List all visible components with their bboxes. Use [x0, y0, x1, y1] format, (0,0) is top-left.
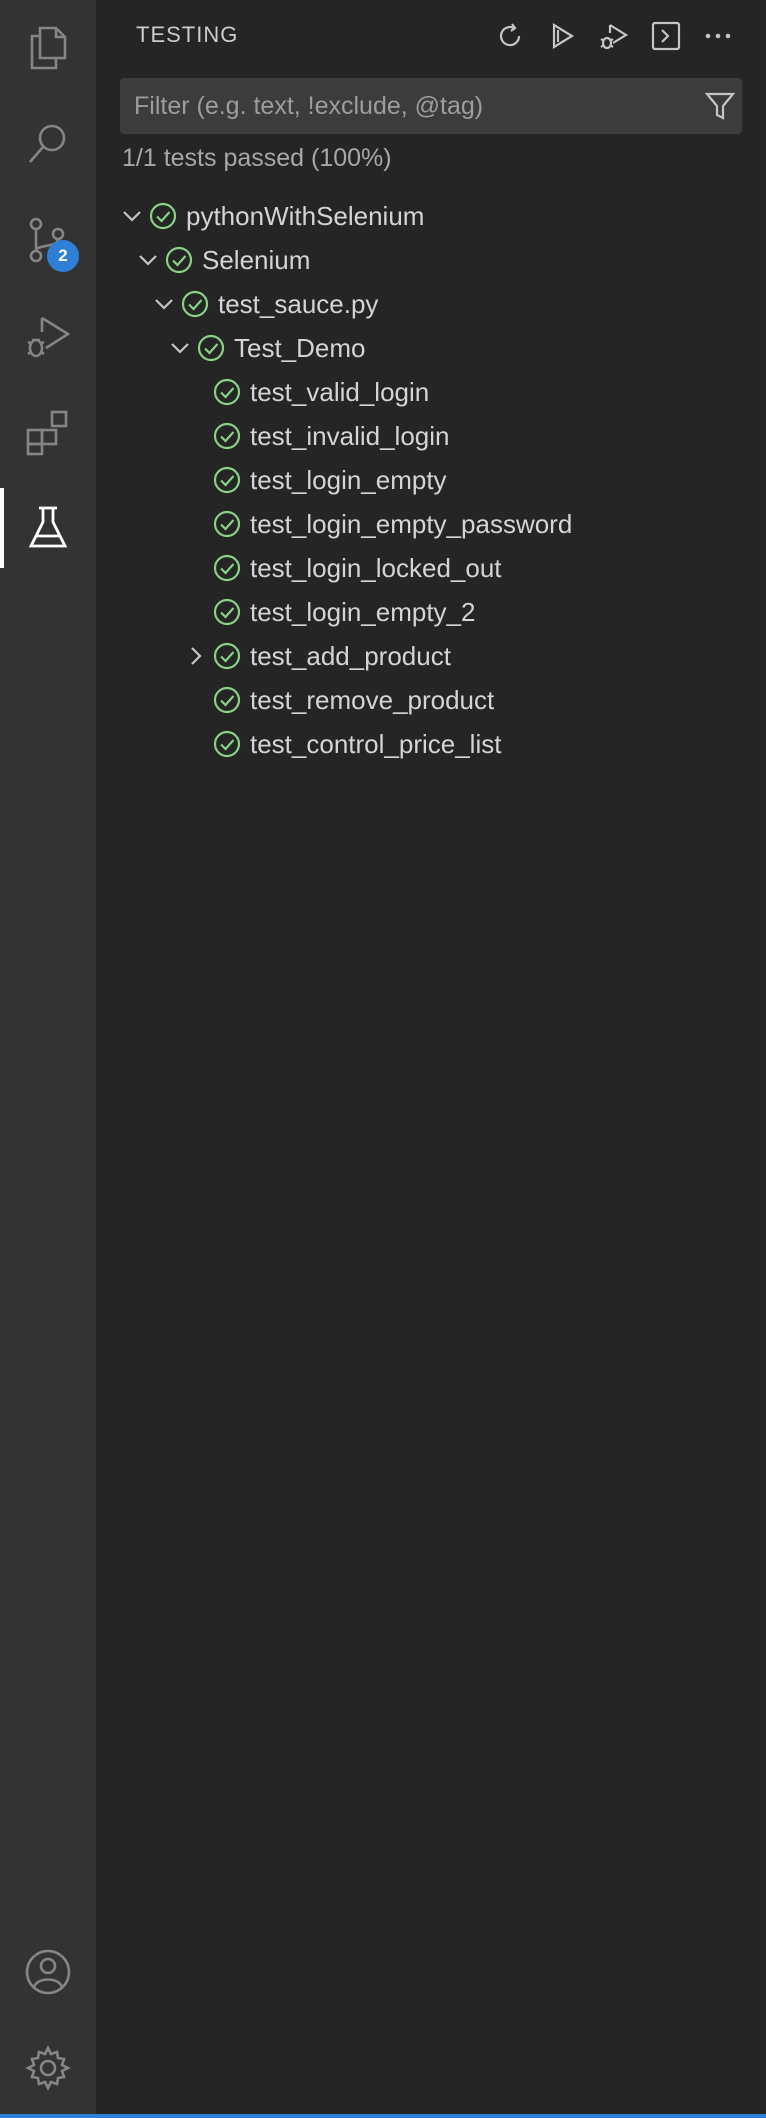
- status-bar-edge: [0, 2114, 766, 2118]
- view-header: TESTING: [96, 0, 766, 70]
- tree-item-label: Selenium: [202, 245, 311, 275]
- gear-icon[interactable]: [0, 2020, 96, 2116]
- tree-item-label: test_remove_product: [250, 685, 495, 715]
- debug-all-icon[interactable]: [594, 16, 634, 56]
- passed-check-icon: [213, 554, 241, 582]
- passed-check-icon: [213, 466, 241, 494]
- account-icon[interactable]: [0, 1924, 96, 2020]
- tree-item[interactable]: test_sauce.py: [96, 282, 766, 326]
- filter-icon[interactable]: [704, 90, 736, 122]
- passed-check-icon: [213, 510, 241, 538]
- tree-item[interactable]: Selenium: [96, 238, 766, 282]
- passed-check-icon: [165, 246, 193, 274]
- tree-item[interactable]: test_login_empty_2: [96, 590, 766, 634]
- activity-bar: 2: [0, 0, 96, 2118]
- tree-item-label: test_login_empty_password: [250, 509, 573, 539]
- chevron-down-icon[interactable]: [168, 336, 192, 360]
- tree-item-label: test_invalid_login: [250, 421, 450, 451]
- passed-check-icon: [197, 334, 225, 362]
- terminal-icon[interactable]: [646, 16, 686, 56]
- tree-item-label: test_control_price_list: [250, 729, 502, 759]
- tree-item-label: test_login_locked_out: [250, 553, 502, 583]
- tree-item[interactable]: test_remove_product: [96, 678, 766, 722]
- passed-check-icon: [213, 642, 241, 670]
- chevron-right-icon[interactable]: [184, 644, 208, 668]
- passed-check-icon: [181, 290, 209, 318]
- source-control-badge: 2: [47, 240, 79, 272]
- tree-item[interactable]: test_add_product: [96, 634, 766, 678]
- tree-item[interactable]: test_valid_login: [96, 370, 766, 414]
- tree-item-label: test_login_empty: [250, 465, 447, 495]
- passed-check-icon: [213, 378, 241, 406]
- tree-item[interactable]: test_login_locked_out: [96, 546, 766, 590]
- chevron-down-icon[interactable]: [152, 292, 176, 316]
- tree-item[interactable]: pythonWithSelenium: [96, 194, 766, 238]
- tree-item[interactable]: test_invalid_login: [96, 414, 766, 458]
- files-icon[interactable]: [0, 0, 96, 96]
- passed-check-icon: [213, 730, 241, 758]
- tree-item[interactable]: test_control_price_list: [96, 722, 766, 766]
- tree-item-label: test_valid_login: [250, 377, 430, 407]
- tree-item-label: Test_Demo: [234, 333, 366, 363]
- passed-check-icon: [213, 598, 241, 626]
- chevron-down-icon[interactable]: [136, 248, 160, 272]
- testing-view: TESTING Filter (e.g. text, !exclude, @ta…: [96, 0, 766, 2118]
- tree-item-label: test_add_product: [250, 641, 451, 671]
- tree-item[interactable]: Test_Demo: [96, 326, 766, 370]
- passed-check-icon: [213, 422, 241, 450]
- tree-item[interactable]: test_login_empty: [96, 458, 766, 502]
- beaker-icon[interactable]: [0, 480, 96, 576]
- filter-input[interactable]: [120, 78, 694, 134]
- passed-check-icon: [213, 686, 241, 714]
- chevron-down-icon[interactable]: [120, 204, 144, 228]
- test-summary: 1/1 tests passed (100%): [122, 144, 392, 172]
- filter-box: [120, 78, 742, 134]
- extensions-icon[interactable]: [0, 384, 96, 480]
- run-all-icon[interactable]: [542, 16, 582, 56]
- search-icon[interactable]: [0, 96, 96, 192]
- more-icon[interactable]: [698, 16, 738, 56]
- source-control-icon[interactable]: [0, 192, 96, 288]
- tree-item-label: pythonWithSelenium: [186, 201, 425, 231]
- run-debug-icon[interactable]: [0, 288, 96, 384]
- view-title: TESTING: [136, 22, 239, 47]
- tree-item[interactable]: test_login_empty_password: [96, 502, 766, 546]
- passed-check-icon: [149, 202, 177, 230]
- tree-item-label: test_sauce.py: [218, 289, 379, 319]
- refresh-icon[interactable]: [490, 16, 530, 56]
- tree-item-label: test_login_empty_2: [250, 597, 476, 627]
